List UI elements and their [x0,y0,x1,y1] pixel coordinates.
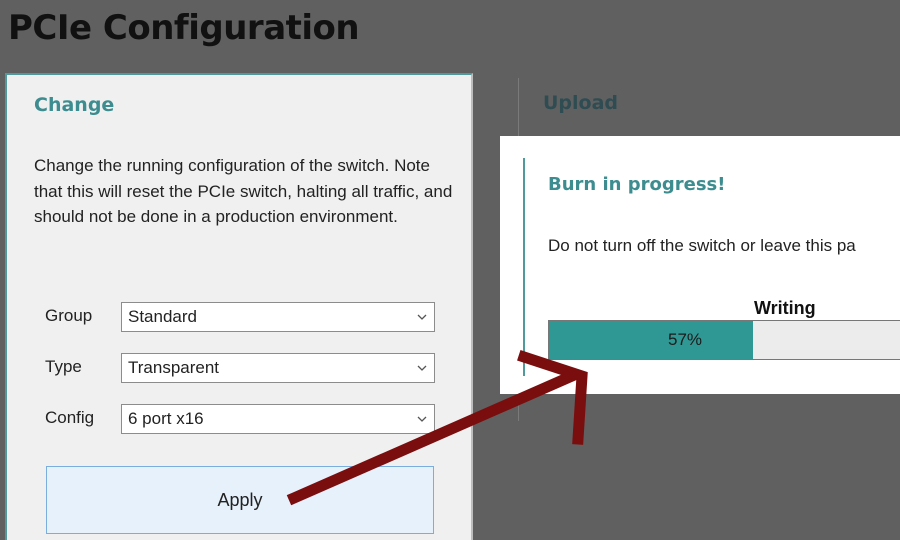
dialog-message: Do not turn off the switch or leave this… [548,236,856,255]
config-select[interactable]: 6 port x16 [121,404,435,434]
config-label: Config [45,408,95,427]
page-title: PCIe Configuration [8,8,360,48]
type-select-value: Transparent [128,358,220,377]
progress-label: Writing [754,298,816,318]
chevron-down-icon [417,365,427,371]
apply-button[interactable]: Apply [46,466,434,534]
change-heading: Change [34,94,115,116]
change-description: Change the running configuration of the … [34,156,453,226]
burn-progress-dialog: Burn in progress! Do not turn off the sw… [500,136,900,394]
change-panel: Change Change the running configuration … [5,73,473,540]
chevron-down-icon [417,416,427,422]
group-select-value: Standard [128,307,197,326]
progress-bar: 57% [548,320,900,360]
config-select-value: 6 port x16 [128,409,204,428]
dialog-accent-bar [523,158,525,376]
type-select[interactable]: Transparent [121,353,435,383]
type-label: Type [45,357,82,376]
group-label: Group [45,306,93,325]
upload-heading: Upload [543,92,619,114]
group-select[interactable]: Standard [121,302,435,332]
progress-percent: 57% [667,330,703,349]
chevron-down-icon [417,314,427,320]
dialog-title: Burn in progress! [548,174,726,195]
